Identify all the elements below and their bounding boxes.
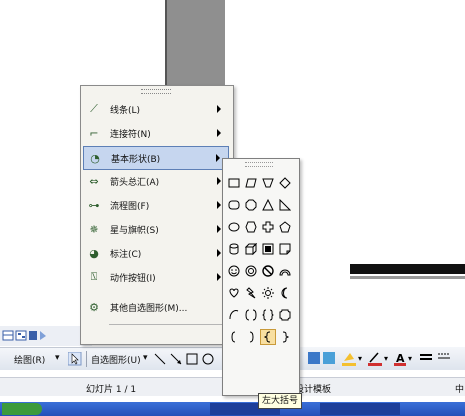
heart-shape-icon[interactable] (226, 285, 242, 301)
menu-item-stars-banners[interactable]: ✵ 星与旗帜(S) (83, 218, 229, 240)
language-indicator: 中 (455, 385, 465, 395)
double-bracket-shape-icon[interactable] (243, 307, 259, 323)
donut-shape-icon[interactable] (243, 263, 259, 279)
right-brace-shape-icon[interactable] (277, 329, 293, 345)
autoshapes-menu: ⟋ 线条(L) ⌐ 连接符(N) ◔ 基本形状(B) ⇔ 箭头总汇(A) ⊶ 流… (80, 85, 234, 345)
octagon-shape-icon[interactable] (243, 197, 259, 213)
menu-item-flowchart[interactable]: ⊶ 流程图(F) (83, 194, 229, 216)
slide-indicator: 幻灯片 1 / 1 (86, 385, 137, 395)
no-symbol-shape-icon[interactable] (260, 263, 276, 279)
right-bracket-shape-icon[interactable] (243, 329, 259, 345)
can-shape-icon[interactable] (226, 241, 242, 257)
cube-shape-icon[interactable] (243, 241, 259, 257)
format-tools-icons[interactable]: ▾ ▾ A ▾ (298, 347, 465, 369)
slide-gray-line (350, 276, 465, 279)
menu-item-callouts[interactable]: ◕ 标注(C) (83, 242, 229, 264)
slide-dark-line (350, 264, 465, 274)
submenu-arrow-icon (217, 225, 221, 233)
svg-text:▾: ▾ (384, 354, 388, 363)
more-autoshapes-icon: ⚙ (89, 300, 99, 314)
slide-edge (165, 0, 167, 90)
cross-shape-icon[interactable] (260, 219, 276, 235)
menu-item-label: 箭头总汇(A) (110, 177, 160, 188)
menu-separator (109, 324, 227, 325)
menu-item-label: 动作按钮(I) (110, 273, 156, 284)
arc-shape-icon[interactable] (226, 307, 242, 323)
stars-banners-icon: ✵ (89, 222, 99, 236)
menu-item-label: 基本形状(B) (111, 154, 161, 165)
parallelogram-shape-icon[interactable] (243, 175, 259, 191)
autoshapes-dropdown-arrow-icon[interactable]: ▾ (143, 353, 148, 363)
left-brace-shape-icon[interactable] (260, 329, 276, 345)
autoshapes-menu-button[interactable]: 自选图形(U) (91, 353, 141, 366)
moon-shape-icon[interactable] (277, 285, 293, 301)
menu-item-label: 流程图(F) (110, 201, 150, 212)
menu-item-more-autoshapes[interactable]: ⚙ 其他自选图形(M)... (83, 296, 229, 318)
diamond-shape-icon[interactable] (277, 175, 293, 191)
submenu-arrow-icon (217, 273, 221, 281)
triangle-shape-icon[interactable] (260, 197, 276, 213)
select-objects-icon[interactable] (68, 352, 82, 366)
view-buttons-bar (0, 326, 92, 346)
menu-item-basic-shapes[interactable]: ◔ 基本形状(B) (83, 146, 229, 170)
menu-item-block-arrows[interactable]: ⇔ 箭头总汇(A) (83, 170, 229, 192)
drawing-toolbar-right: ▾ ▾ A ▾ (298, 347, 465, 369)
sun-shape-icon[interactable] (260, 285, 276, 301)
smiley-face-shape-icon[interactable] (226, 263, 242, 279)
svg-text:▾: ▾ (408, 354, 412, 363)
basic-shapes-palette (222, 158, 300, 396)
folded-corner-shape-icon[interactable] (277, 241, 293, 257)
submenu-arrow-icon (217, 105, 221, 113)
callouts-icon: ◕ (89, 246, 99, 260)
draw-dropdown-arrow-icon[interactable]: ▾ (55, 353, 60, 363)
menu-item-label: 标注(C) (110, 249, 142, 260)
block-arrows-icon: ⇔ (89, 174, 99, 188)
bevel-shape-icon[interactable] (260, 241, 276, 257)
oval-shape-icon[interactable] (226, 219, 242, 235)
hexagon-shape-icon[interactable] (243, 219, 259, 235)
submenu-arrow-icon (217, 249, 221, 257)
submenu-arrow-icon (217, 177, 221, 185)
draw-menu-button[interactable]: 绘图(R) (14, 353, 45, 366)
plaque-shape-icon[interactable] (277, 307, 293, 323)
menu-item-label: 线条(L) (110, 105, 141, 116)
palette-drag-handle[interactable] (245, 162, 273, 167)
submenu-arrow-icon (217, 201, 221, 209)
submenu-arrow-icon (216, 154, 220, 162)
flowchart-icon: ⊶ (88, 198, 100, 212)
menu-item-label: 连接符(N) (110, 129, 151, 140)
rectangle-shape-icon[interactable] (226, 175, 242, 191)
lightning-bolt-shape-icon[interactable] (243, 285, 259, 301)
basic-shapes-icon: ◔ (90, 151, 100, 165)
action-buttons-icon: ⍂ (90, 270, 98, 283)
start-button[interactable] (2, 403, 42, 415)
trapezoid-shape-icon[interactable] (260, 175, 276, 191)
slide-canvas-gray (165, 0, 225, 90)
left-bracket-shape-icon[interactable] (226, 329, 242, 345)
menu-item-label: 星与旗帜(S) (110, 225, 159, 236)
taskbar-window-button[interactable] (320, 403, 400, 415)
menu-item-label: 其他自选图形(M)... (110, 303, 188, 314)
double-brace-shape-icon[interactable] (260, 307, 276, 323)
view-buttons-icons[interactable] (0, 326, 92, 346)
svg-text:▾: ▾ (358, 354, 362, 363)
menu-item-lines[interactable]: ⟋ 线条(L) (83, 98, 229, 120)
pentagon-shape-icon[interactable] (277, 219, 293, 235)
submenu-arrow-icon (217, 129, 221, 137)
connector-icon: ⌐ (89, 126, 99, 140)
block-arc-shape-icon[interactable] (277, 263, 293, 279)
line-arrow-rect-oval-tools[interactable] (153, 352, 223, 366)
lines-icon: ⟋ (90, 102, 98, 115)
menu-drag-handle[interactable] (141, 89, 171, 94)
rounded-rectangle-shape-icon[interactable] (226, 197, 242, 213)
right-triangle-shape-icon[interactable] (277, 197, 293, 213)
toolbar-separator (86, 351, 87, 367)
menu-item-connectors[interactable]: ⌐ 连接符(N) (83, 122, 229, 144)
menu-item-action-buttons[interactable]: ⍂ 动作按钮(I) (83, 266, 229, 288)
shape-tooltip: 左大括号 (258, 393, 303, 409)
